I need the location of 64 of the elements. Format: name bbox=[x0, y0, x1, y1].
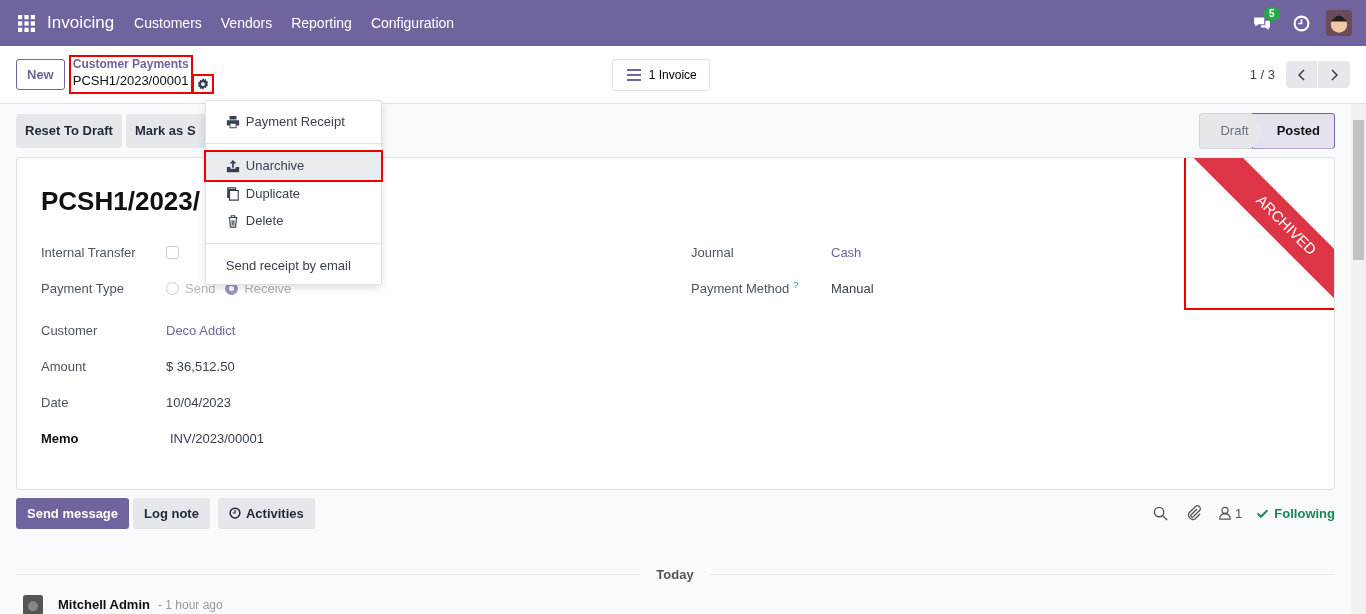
field-link[interactable]: Deco Addict bbox=[166, 320, 236, 341]
field-label: Customer bbox=[41, 321, 99, 340]
action-button[interactable]: Reset To Draft bbox=[16, 114, 122, 148]
new-button[interactable]: New bbox=[16, 58, 65, 91]
chatter-button[interactable]: Send message bbox=[16, 497, 130, 529]
follow-button[interactable]: Following bbox=[1256, 503, 1335, 523]
status-stage[interactable]: Posted bbox=[1251, 113, 1335, 149]
menu-option[interactable]: Delete bbox=[205, 207, 381, 235]
chat-icon[interactable] bbox=[1253, 14, 1271, 32]
status-stage[interactable]: Draft bbox=[1199, 113, 1264, 149]
copy-icon bbox=[225, 186, 240, 201]
menu-option[interactable]: Unarchive bbox=[205, 152, 381, 180]
help-mark: ? bbox=[793, 278, 799, 290]
menu-item[interactable]: Customers bbox=[134, 12, 202, 34]
field-label: Internal Transfer bbox=[41, 243, 137, 262]
breadcrumb-link[interactable]: Customer Payments bbox=[72, 58, 189, 72]
app-name[interactable]: Invoicing bbox=[47, 10, 115, 36]
field-value: Manual bbox=[831, 279, 874, 298]
upload-icon bbox=[225, 159, 240, 174]
menu-item[interactable]: Configuration bbox=[370, 12, 455, 34]
action-button[interactable]: Mark as S bbox=[125, 114, 205, 148]
field-link[interactable]: Cash bbox=[831, 242, 862, 263]
field-value: 10/04/2023 bbox=[166, 393, 232, 412]
list-icon bbox=[624, 66, 643, 83]
next-button[interactable] bbox=[1317, 61, 1350, 88]
field-label: Date bbox=[41, 393, 70, 412]
record-name: PCSH1/2023/00001 bbox=[72, 72, 189, 91]
date-divider-label: Today bbox=[656, 566, 694, 584]
smart-button[interactable]: 1 Invoice bbox=[611, 58, 710, 91]
menu-option[interactable]: Send receipt by email bbox=[205, 251, 381, 280]
menu-item[interactable]: Vendors bbox=[220, 12, 273, 34]
radio-button[interactable] bbox=[225, 282, 239, 295]
field-label: Payment Method bbox=[691, 280, 790, 296]
field-label: Payment Type bbox=[41, 279, 125, 298]
field-value: $ 36,512.50 bbox=[166, 357, 235, 376]
paperclip-icon[interactable] bbox=[1186, 505, 1203, 522]
author-name: Mitchell Admin bbox=[58, 595, 150, 614]
field-label: Memo bbox=[41, 429, 80, 448]
radio-label: Send bbox=[185, 279, 216, 298]
clock-icon[interactable] bbox=[1293, 14, 1310, 32]
record-title: PCSH1/2023/ bbox=[41, 184, 200, 218]
field-label: Journal bbox=[691, 243, 735, 262]
clock-icon bbox=[228, 507, 241, 520]
pager-value: 1 / 3 bbox=[1249, 65, 1275, 84]
message-time: - 1 hour ago bbox=[157, 596, 223, 614]
field-value: INV/2023/00001 bbox=[170, 429, 264, 448]
chatter-button[interactable]: Activities bbox=[217, 497, 315, 529]
field-label: Amount bbox=[41, 357, 87, 376]
menu-item[interactable]: Reporting bbox=[291, 12, 352, 34]
menu-option[interactable]: Duplicate bbox=[205, 179, 381, 208]
scrollbar[interactable] bbox=[1351, 104, 1366, 614]
apps-menu-icon[interactable] bbox=[18, 14, 35, 32]
chatter-button[interactable]: Log note bbox=[133, 497, 210, 529]
printer-icon bbox=[225, 114, 240, 129]
menu-option[interactable]: Payment Receipt bbox=[205, 105, 381, 136]
previous-button[interactable] bbox=[1285, 61, 1318, 88]
settings-button[interactable] bbox=[193, 75, 212, 92]
settings-icon bbox=[196, 77, 209, 90]
followers-button[interactable]: 1 bbox=[1218, 503, 1243, 523]
user-avatar[interactable] bbox=[1326, 10, 1352, 36]
checkbox[interactable] bbox=[166, 246, 179, 259]
search-icon[interactable] bbox=[1153, 505, 1169, 521]
message-count-badge: 5 bbox=[1264, 7, 1280, 21]
user-icon bbox=[1218, 506, 1233, 521]
